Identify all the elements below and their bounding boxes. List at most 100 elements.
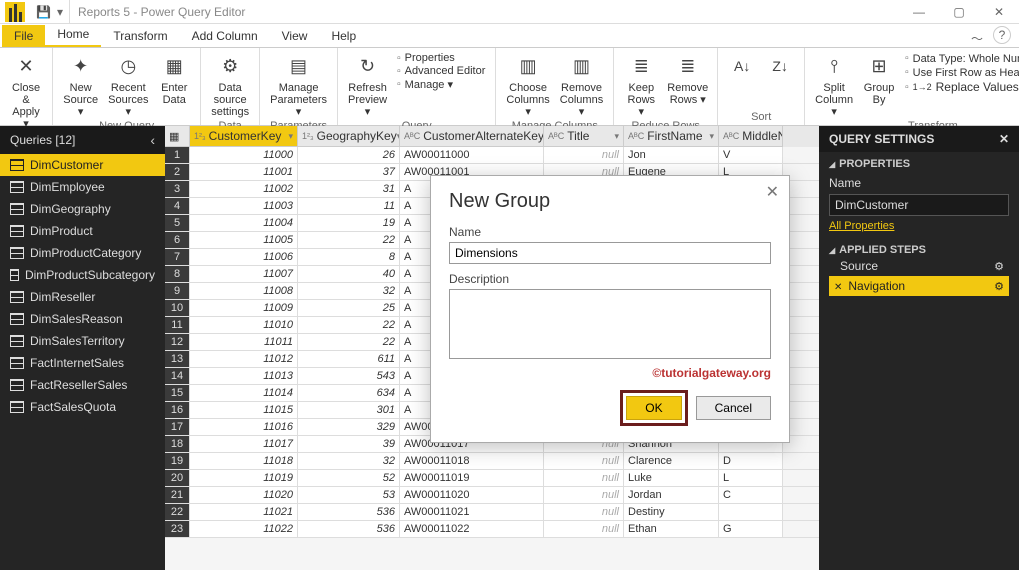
query-item[interactable]: DimReseller [0, 286, 165, 308]
app-icon [5, 2, 25, 22]
group-description-input[interactable] [449, 289, 771, 359]
table-icon [10, 401, 24, 413]
save-icon[interactable] [36, 5, 51, 19]
column-header[interactable]: AᴮCFirstName▾ [624, 126, 719, 147]
query-item[interactable]: DimSalesReason [0, 308, 165, 330]
data-source-settings-button[interactable]: ⚙Data sourcesettings [207, 50, 253, 120]
tab-help[interactable]: Help [319, 25, 368, 47]
close-settings-icon[interactable]: ✕ [999, 132, 1009, 146]
dialog-description-label: Description [449, 272, 771, 286]
properties-section-header[interactable]: PROPERTIES [829, 158, 1009, 170]
column-filter-icon: ▾ [709, 131, 714, 142]
query-settings-title: QUERY SETTINGS [829, 132, 934, 146]
column-header[interactable]: 1²₃CustomerKey▾ [190, 126, 298, 147]
table-icon [10, 379, 24, 391]
remove-rows-button[interactable]: ≣RemoveRows ▾ [664, 50, 711, 108]
sort-desc-button[interactable]: Z↓ [762, 50, 798, 84]
ok-button[interactable]: OK [626, 396, 681, 420]
table-icon [10, 313, 24, 325]
column-header[interactable]: AᴮCTitle▾ [544, 126, 624, 147]
table-row[interactable]: 201101952AW00011019nullLukeL [165, 470, 819, 487]
gear-icon[interactable]: ⚙ [994, 260, 1004, 273]
query-settings-panel: QUERY SETTINGS ✕ PROPERTIES Name All Pro… [819, 126, 1019, 570]
table-row[interactable]: 191101832AW00011018nullClarenceD [165, 453, 819, 470]
query-item[interactable]: DimCustomer [0, 154, 165, 176]
maximize-button[interactable]: ▢ [939, 0, 979, 24]
all-properties-link[interactable]: All Properties [829, 220, 894, 232]
name-label: Name [829, 176, 1009, 190]
applied-steps-header[interactable]: APPLIED STEPS [829, 244, 1009, 256]
query-item[interactable]: DimEmployee [0, 176, 165, 198]
column-filter-icon: ▾ [614, 131, 619, 142]
close-button[interactable]: ✕ [979, 0, 1019, 24]
keep-rows-button[interactable]: ≣KeepRows ▾ [620, 50, 662, 120]
column-header[interactable]: AᴮCCustomerAlternateKey▾ [400, 126, 544, 147]
table-icon [10, 357, 24, 369]
query-item[interactable]: FactSalesQuota [0, 396, 165, 418]
ribbon-tabs: File Home Transform Add Column View Help… [0, 24, 1019, 48]
column-filter-icon: ▾ [288, 131, 293, 142]
data-type-button[interactable]: Data Type: Whole Number ▾ [905, 52, 1019, 65]
quick-access-toolbar: ▾ [30, 0, 70, 23]
collapse-queries-icon[interactable]: ‹ [150, 132, 155, 148]
dialog-close-icon[interactable]: ✕ [766, 182, 779, 202]
minimize-button[interactable]: — [899, 0, 939, 24]
applied-step[interactable]: Navigation⚙ [829, 276, 1009, 296]
table-row[interactable]: 2211021536AW00011021nullDestiny [165, 504, 819, 521]
advanced-editor-button[interactable]: Advanced Editor [397, 65, 485, 77]
properties-button[interactable]: Properties [397, 52, 485, 64]
title-bar: ▾ Reports 5 - Power Query Editor — ▢ ✕ [0, 0, 1019, 24]
group-by-button[interactable]: ⊞GroupBy [859, 50, 899, 108]
refresh-preview-button[interactable]: ↻RefreshPreview ▾ [344, 50, 391, 120]
column-header[interactable]: 1²₃GeographyKey▾ [298, 126, 400, 147]
first-row-headers-button[interactable]: Use First Row as Headers ▾ [905, 66, 1019, 79]
split-column-button[interactable]: ⫯SplitColumn ▾ [811, 50, 857, 120]
qat-dropdown-icon[interactable]: ▾ [57, 5, 63, 19]
table-icon [10, 181, 24, 193]
query-name-input[interactable] [829, 194, 1009, 216]
gear-icon[interactable]: ⚙ [994, 280, 1004, 293]
table-icon [10, 335, 24, 347]
step-icon [834, 279, 842, 293]
dialog-title: New Group [449, 190, 771, 213]
column-header[interactable]: AᴮCMiddleNa▾ [719, 126, 783, 147]
table-icon [10, 203, 24, 215]
recent-sources-button[interactable]: ◷RecentSources ▾ [104, 50, 152, 120]
table-row[interactable]: 11100026AW00011000nullJonV [165, 147, 819, 164]
query-item[interactable]: DimProductCategory [0, 242, 165, 264]
tab-file[interactable]: File [2, 25, 45, 47]
watermark-text: ©tutorialgateway.org [449, 366, 771, 380]
queries-header: Queries [12] ‹ [0, 126, 165, 154]
query-item[interactable]: DimProductSubcategory [0, 264, 165, 286]
group-name-input[interactable] [449, 242, 771, 264]
cancel-button[interactable]: Cancel [696, 396, 771, 420]
table-icon [10, 269, 19, 281]
new-source-button[interactable]: ✦NewSource ▾ [59, 50, 102, 120]
query-item[interactable]: DimProduct [0, 220, 165, 242]
replace-values-button[interactable]: 1→2 Replace Values [905, 80, 1019, 94]
help-icon[interactable]: ? [993, 26, 1011, 44]
table-icon [10, 247, 24, 259]
ok-button-highlight: OK [620, 390, 687, 426]
tab-home[interactable]: Home [45, 23, 101, 47]
tab-view[interactable]: View [270, 25, 320, 47]
manage-button[interactable]: Manage ▾ [397, 78, 485, 91]
ribbon-collapse-icon[interactable]: 〜 [971, 30, 983, 47]
query-item[interactable]: FactResellerSales [0, 374, 165, 396]
query-item[interactable]: DimGeography [0, 198, 165, 220]
choose-columns-button[interactable]: ▥ChooseColumns ▾ [502, 50, 553, 120]
table-row[interactable]: 211102053AW00011020nullJordanC [165, 487, 819, 504]
sort-asc-button[interactable]: A↓ [724, 50, 760, 84]
remove-columns-button[interactable]: ▥RemoveColumns ▾ [556, 50, 607, 120]
table-row[interactable]: 2311022536AW00011022nullEthanG [165, 521, 819, 538]
table-corner[interactable]: ▦ [165, 126, 190, 147]
tab-add-column[interactable]: Add Column [180, 25, 270, 47]
table-icon [10, 225, 24, 237]
tab-transform[interactable]: Transform [101, 25, 179, 47]
query-item[interactable]: FactInternetSales [0, 352, 165, 374]
query-item[interactable]: DimSalesTerritory [0, 330, 165, 352]
manage-parameters-button[interactable]: ▤ManageParameters ▾ [266, 50, 331, 120]
close-apply-button[interactable]: ✕Close &Apply ▾ [6, 50, 46, 132]
applied-step[interactable]: Source⚙ [829, 256, 1009, 276]
enter-data-button[interactable]: ▦EnterData [154, 50, 194, 108]
